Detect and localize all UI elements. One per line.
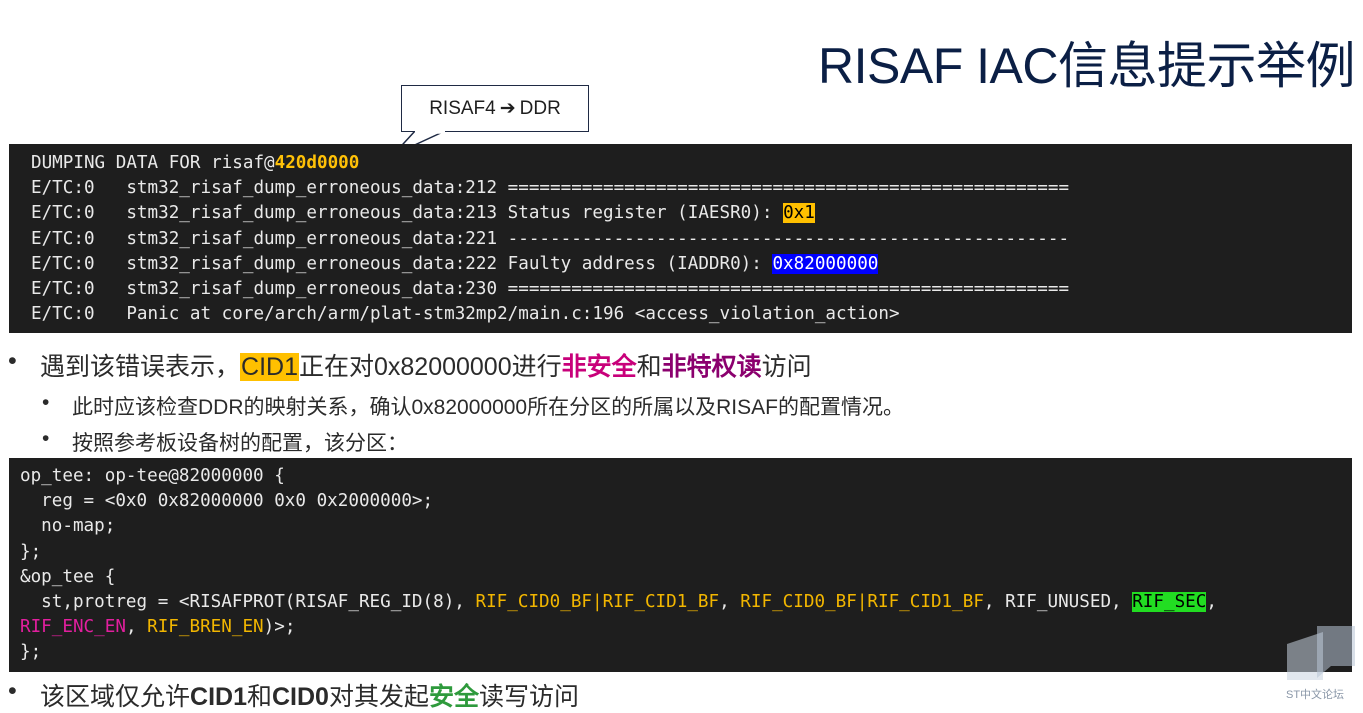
risaf-ddr-callout: RISAF4 ➔ DDR <box>401 85 589 132</box>
log-line-5: E/TC:0 stm32_risaf_dump_erroneous_data:2… <box>31 253 879 274</box>
error-log-terminal: DUMPING DATA FOR risaf@420d0000 E/TC:0 st… <box>9 144 1352 333</box>
rif-enc-en: RIF_ENC_EN <box>20 617 126 638</box>
slide-title: RISAF IAC信息提示举例 <box>818 38 1355 94</box>
dts-line-7: RIF_ENC_EN, RIF_BREN_EN)>; <box>20 617 296 638</box>
log-line-1: DUMPING DATA FOR risaf@420d0000 <box>31 153 360 173</box>
cid-bitfield-2: RIF_CID0_BF|RIF_CID1_BF <box>740 592 984 613</box>
bullet-dot: • <box>8 347 17 375</box>
faulty-address-value: 0x82000000 <box>772 253 879 274</box>
bullet-check-ddr: • 此时应该检查DDR的映射关系，确认0x82000000所在分区的所属以及RIS… <box>42 391 904 419</box>
bullet-dot: • <box>42 427 50 450</box>
callout-right-label: DDR <box>519 97 561 119</box>
device-tree-code: op_tee: op-tee@82000000 { reg = <0x0 0x8… <box>9 458 1352 672</box>
cid0-text: CID0 <box>272 683 329 711</box>
log-line-3: E/TC:0 stm32_risaf_dump_erroneous_data:2… <box>31 203 815 224</box>
rif-sec-highlight: RIF_SEC <box>1132 592 1207 613</box>
cid-bitfield-1: RIF_CID0_BF|RIF_CID1_BF <box>475 592 720 613</box>
dts-line-6: st,protreg = <RISAFPROT(RISAF_REG_ID(8),… <box>20 592 1217 613</box>
log-line-4: E/TC:0 stm32_risaf_dump_erroneous_data:2… <box>31 228 1070 249</box>
bullet-error-meaning: • 遇到该错误表示，CID1正在对0x82000000进行非安全和非特权读访问 <box>8 347 812 381</box>
dts-line-8: }; <box>20 642 42 663</box>
log-line-7: E/TC:0 Panic at core/arch/arm/plat-stm32… <box>31 304 900 325</box>
bullet-reference-config: • 按照参考板设备树的配置，该分区： <box>42 427 408 455</box>
dts-line-3: no-map; <box>20 516 116 537</box>
rif-bren-en: RIF_BREN_EN <box>147 617 264 638</box>
bullet-region-conclusion: • 该区域仅允许CID1和CID0对其发起安全读写访问 <box>8 677 580 711</box>
dts-line-2: reg = <0x0 0x82000000 0x0 0x2000000>; <box>20 491 434 512</box>
risaf-address: 420d0000 <box>274 153 360 173</box>
secure-text: 安全 <box>428 683 479 711</box>
callout-left-label: RISAF4 <box>429 97 496 119</box>
watermark-text: ST中文论坛 <box>1286 689 1345 701</box>
cid1-highlight: CID1 <box>240 353 299 381</box>
dts-line-1: op_tee: op-tee@82000000 { <box>20 466 285 486</box>
cid1-text: CID1 <box>190 683 247 711</box>
log-line-6: E/TC:0 stm32_risaf_dump_erroneous_data:2… <box>31 279 1070 300</box>
non-privileged-read-text: 非特权读 <box>661 353 762 381</box>
bullet-dot: • <box>42 391 50 414</box>
non-secure-text: 非安全 <box>561 353 637 381</box>
bullet-dot: • <box>8 677 17 705</box>
dts-line-4: }; <box>20 541 42 562</box>
dts-line-5: &op_tee { <box>20 566 116 587</box>
status-register-value: 0x1 <box>783 203 815 224</box>
log-line-2: E/TC:0 stm32_risaf_dump_erroneous_data:2… <box>31 178 1070 199</box>
right-arrow-icon: ➔ <box>499 98 516 119</box>
